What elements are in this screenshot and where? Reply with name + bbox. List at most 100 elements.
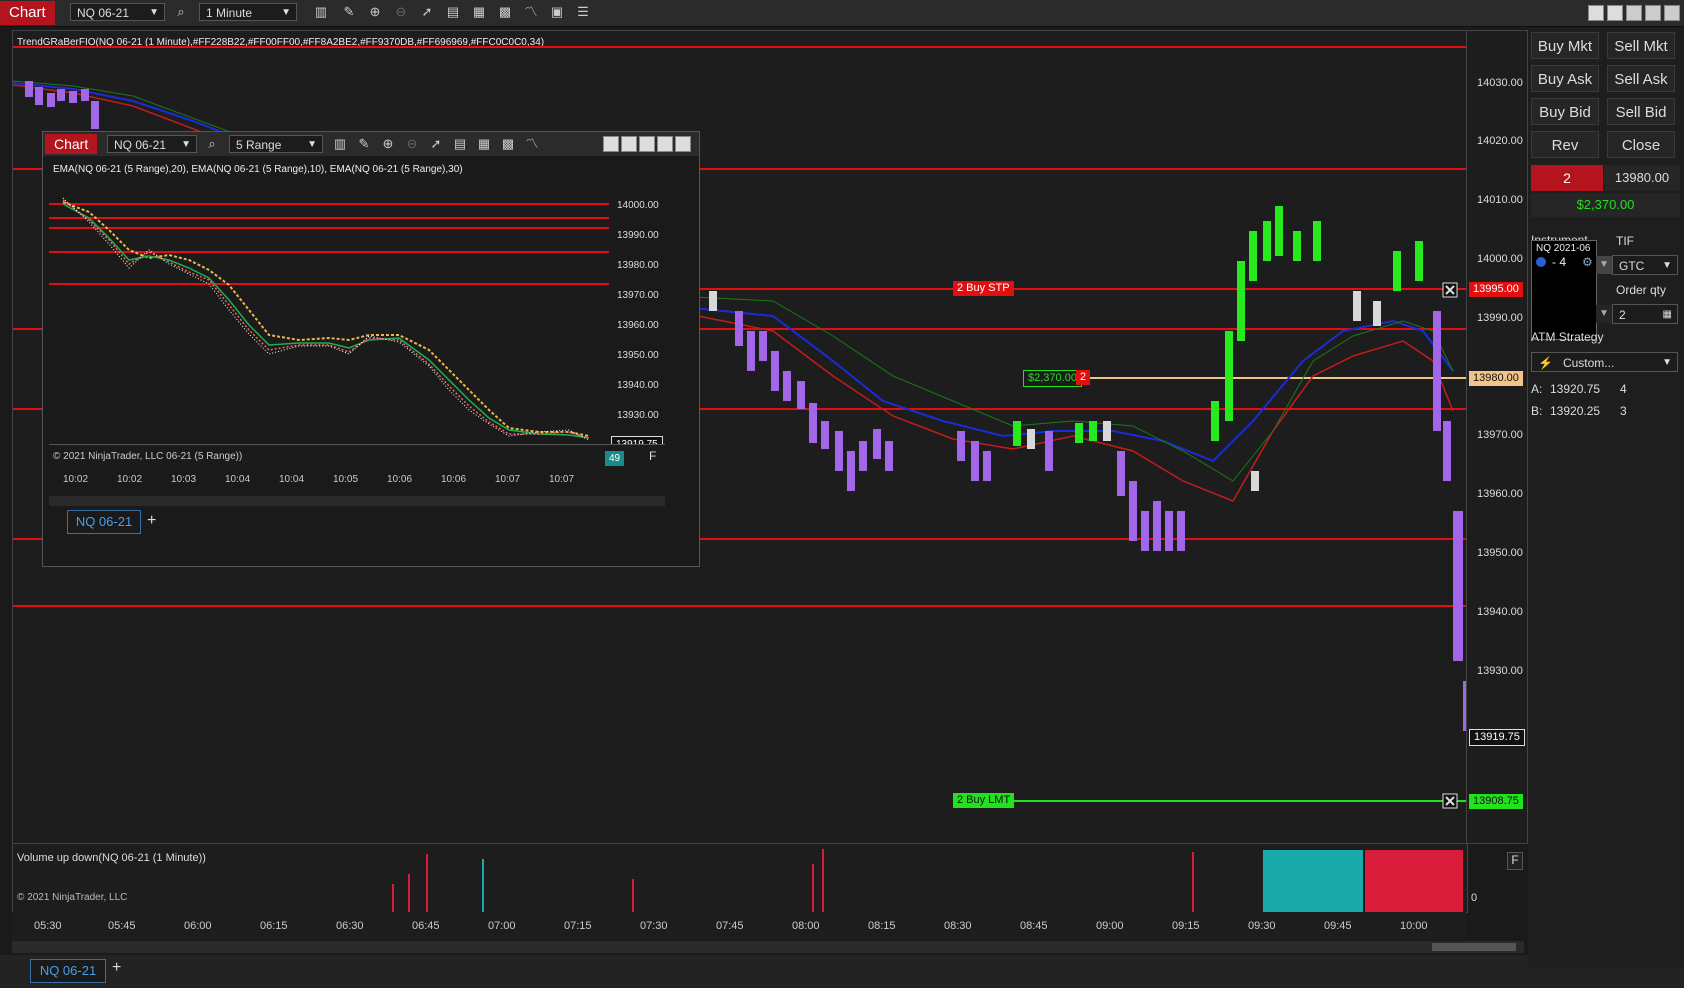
time-tick: 09:15 bbox=[1172, 920, 1200, 932]
inner-price-tick: 13970.00 bbox=[617, 290, 659, 301]
instrument-selector[interactable]: NQ 06-21 ▼ bbox=[70, 3, 165, 21]
close-icon[interactable] bbox=[675, 136, 691, 152]
buy-lmt-order[interactable]: 2 Buy LMT bbox=[953, 793, 1015, 808]
inner-instrument-tab[interactable]: NQ 06-21 bbox=[67, 510, 141, 534]
position-qty-label[interactable]: 2 bbox=[1076, 370, 1091, 385]
last-price-tag: 13919.75 bbox=[1469, 729, 1525, 746]
chart-trader-icon[interactable]: ▦ bbox=[475, 135, 493, 153]
horizontal-scrollbar[interactable] bbox=[12, 941, 1524, 953]
time-tick: 07:15 bbox=[564, 920, 592, 932]
indicators-icon[interactable]: 〽 bbox=[523, 135, 541, 153]
search-icon[interactable]: ⌕ bbox=[172, 3, 190, 21]
indicators-icon[interactable]: 〽 bbox=[522, 3, 540, 21]
inner-price-tick: 13930.00 bbox=[617, 410, 659, 421]
inner-volume-panel[interactable]: © 2021 NinjaTrader, LLC 06-21 (5 Range))… bbox=[49, 444, 665, 469]
price-tick: 14010.00 bbox=[1477, 194, 1523, 206]
inner-add-tab-button[interactable]: + bbox=[147, 512, 156, 530]
instrument-popup[interactable]: NQ 2021-06 - 4 ⚙ bbox=[1531, 240, 1597, 340]
inner-scrollbar[interactable] bbox=[49, 496, 665, 506]
zoom-in-icon[interactable]: ⊕ bbox=[366, 3, 384, 21]
inner-price-axis[interactable]: 14000.00 13990.00 13980.00 13970.00 1396… bbox=[609, 160, 665, 453]
gear-icon[interactable]: ⚙ bbox=[1582, 255, 1593, 269]
bar-type-icon[interactable]: ▥ bbox=[312, 3, 330, 21]
interval-value: 1 Minute bbox=[206, 6, 253, 20]
inner-instrument-selector[interactable]: NQ 06-21 ▼ bbox=[107, 135, 197, 153]
reverse-button[interactable]: Rev bbox=[1531, 131, 1599, 158]
data-box-icon[interactable]: ▤ bbox=[444, 3, 462, 21]
bar-type-icon[interactable]: ▥ bbox=[331, 135, 349, 153]
price-tick: 13990.00 bbox=[1477, 312, 1523, 324]
unrealized-pnl: $2,370.00 bbox=[1531, 193, 1680, 217]
price-tick: 13930.00 bbox=[1477, 665, 1523, 677]
inner-chart-window[interactable]: Chart NQ 06-21 ▼ ⌕ 5 Range ▼ ▥ ✎ ⊕ ⊖ ➚ ▤ ▦… bbox=[42, 131, 700, 567]
atm-strategy-selector[interactable]: ⚡ Custom... ▼ bbox=[1531, 352, 1678, 372]
order-qty-input[interactable]: 2 ▦ bbox=[1612, 304, 1678, 324]
search-icon[interactable]: ⌕ bbox=[203, 135, 221, 153]
tif-value: GTC bbox=[1619, 259, 1645, 273]
tif-selector[interactable]: GTC ▼ bbox=[1612, 255, 1678, 275]
maximize-icon[interactable] bbox=[657, 136, 673, 152]
inner-instrument-value: NQ 06-21 bbox=[114, 138, 167, 152]
inner-f-button[interactable]: F bbox=[649, 449, 656, 463]
position-avg-price: 13980.00 bbox=[1604, 165, 1680, 191]
buy-bid-button[interactable]: Buy Bid bbox=[1531, 98, 1599, 125]
inner-chart-panel[interactable]: EMA(NQ 06-21 (5 Range),20), EMA(NQ 06-21… bbox=[49, 160, 609, 442]
sell-ask-button[interactable]: Sell Ask bbox=[1607, 65, 1675, 92]
instrument-tab[interactable]: NQ 06-21 bbox=[30, 959, 106, 983]
inner-interval-selector[interactable]: 5 Range ▼ bbox=[229, 135, 323, 153]
time-tick: 06:00 bbox=[184, 920, 212, 932]
zoom-out-icon[interactable]: ⊖ bbox=[403, 135, 421, 153]
list-icon[interactable]: ☰ bbox=[574, 3, 592, 21]
inner-chart-tab[interactable]: Chart bbox=[45, 134, 98, 154]
close-icon[interactable] bbox=[1664, 5, 1680, 21]
inner-time-axis[interactable]: 10:02 10:02 10:03 10:04 10:04 10:05 10:0… bbox=[49, 470, 665, 492]
close-position-button[interactable]: Close bbox=[1607, 131, 1675, 158]
chart-trader-icon[interactable]: ▦ bbox=[470, 3, 488, 21]
minimize-icon[interactable] bbox=[639, 136, 655, 152]
time-tick: 06:15 bbox=[260, 920, 288, 932]
time-axis[interactable]: 05:30 05:45 06:00 06:15 06:30 06:45 07:0… bbox=[12, 912, 1466, 940]
volume-panel[interactable]: Volume up down(NQ 06-21 (1 Minute)) © 20… bbox=[12, 843, 1523, 913]
price-axis[interactable]: 14030.00 14020.00 14010.00 14000.00 1399… bbox=[1466, 30, 1528, 844]
volume-f-button[interactable]: F bbox=[1507, 852, 1523, 870]
strategies-icon[interactable]: ▩ bbox=[496, 3, 514, 21]
buy-stp-order[interactable]: 2 Buy STP bbox=[953, 281, 1014, 296]
inner-time-tick: 10:06 bbox=[441, 474, 467, 485]
sell-bid-button[interactable]: Sell Bid bbox=[1607, 98, 1675, 125]
drawing-tool-icon[interactable]: ✎ bbox=[355, 135, 373, 153]
tile-alt-icon[interactable] bbox=[621, 136, 637, 152]
tile-icon[interactable] bbox=[603, 136, 619, 152]
templates-icon[interactable]: ▣ bbox=[548, 3, 566, 21]
zoom-out-icon[interactable]: ⊖ bbox=[392, 3, 410, 21]
inner-price-tick: 14000.00 bbox=[617, 200, 659, 211]
chevron-down-icon[interactable]: ▼ bbox=[1596, 305, 1612, 323]
minimize-icon[interactable] bbox=[1626, 5, 1642, 21]
chart-tab[interactable]: Chart bbox=[0, 1, 55, 25]
inner-time-tick: 10:04 bbox=[225, 474, 251, 485]
pointer-icon[interactable]: ➚ bbox=[418, 3, 436, 21]
drawing-tool-icon[interactable]: ✎ bbox=[340, 3, 358, 21]
scrollbar-thumb[interactable] bbox=[1432, 943, 1516, 951]
tab-strip: NQ 06-21 + bbox=[0, 955, 1684, 988]
bid-price: 13920.25 bbox=[1550, 404, 1601, 418]
data-box-icon[interactable]: ▤ bbox=[451, 135, 469, 153]
position-pnl-label: $2,370.00 bbox=[1023, 370, 1082, 387]
zoom-in-icon[interactable]: ⊕ bbox=[379, 135, 397, 153]
maximize-icon[interactable] bbox=[1645, 5, 1661, 21]
ask-size: 4 bbox=[1620, 382, 1627, 396]
pointer-icon[interactable]: ➚ bbox=[427, 135, 445, 153]
time-tick: 07:30 bbox=[640, 920, 668, 932]
sell-market-button[interactable]: Sell Mkt bbox=[1607, 32, 1675, 59]
tile-alt-icon[interactable] bbox=[1607, 5, 1623, 21]
tile-icon[interactable] bbox=[1588, 5, 1604, 21]
chevron-down-icon[interactable]: ▼ bbox=[1596, 256, 1612, 274]
strategies-icon[interactable]: ▩ bbox=[499, 135, 517, 153]
add-tab-button[interactable]: + bbox=[112, 959, 121, 977]
buy-ask-button[interactable]: Buy Ask bbox=[1531, 65, 1599, 92]
buy-market-button[interactable]: Buy Mkt bbox=[1531, 32, 1599, 59]
chevron-down-icon: ▼ bbox=[149, 7, 159, 18]
interval-selector[interactable]: 1 Minute ▼ bbox=[199, 3, 297, 21]
time-tick: 06:30 bbox=[336, 920, 364, 932]
inner-price-tick: 13960.00 bbox=[617, 320, 659, 331]
calculator-icon[interactable]: ▦ bbox=[1663, 305, 1672, 325]
